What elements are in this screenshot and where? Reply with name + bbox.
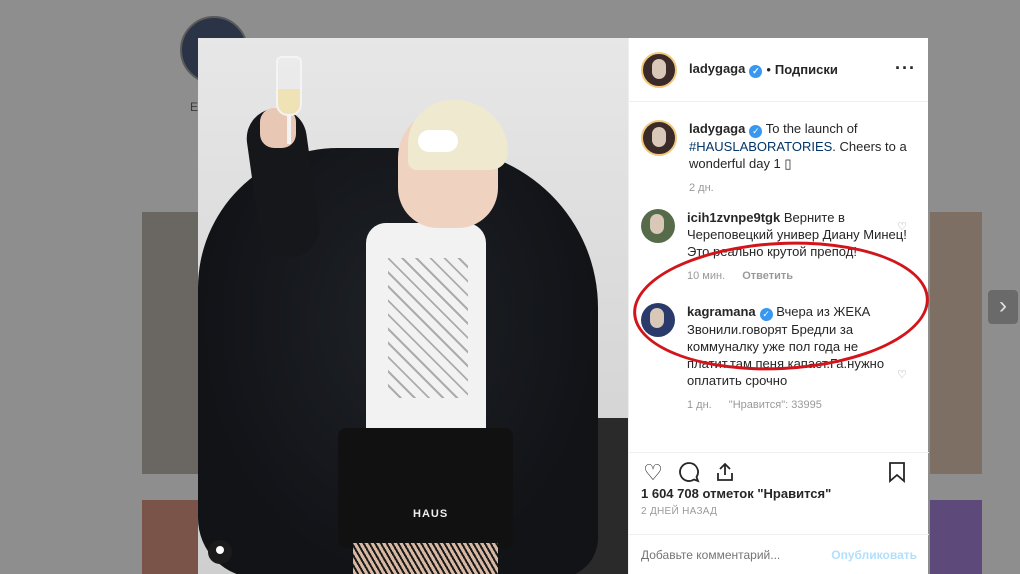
comment-heart-icon[interactable]: ♡ (897, 368, 907, 381)
comment-time[interactable]: 1 дн. (687, 399, 712, 411)
separator-dot: • (766, 62, 771, 77)
verified-badge-icon: ✓ (749, 65, 763, 78)
comment-meta: 10 мин. Ответить (687, 268, 907, 285)
comment-meta: 1 дн. "Нравится": 33995 (687, 397, 907, 414)
hashtag-link[interactable]: #HAUSLABORATORIES (689, 139, 832, 154)
caption-text: To the launch of (765, 121, 858, 136)
photo-champagne-glass (276, 56, 302, 116)
chevron-right-icon[interactable]: › (988, 290, 1018, 324)
comment-heart-icon[interactable]: ♡ (897, 220, 907, 233)
photo-skirt-logo: HAUS (413, 508, 449, 520)
post-photo[interactable]: HAUS (198, 38, 628, 574)
caption: ladygaga ✓ To the launch of #HAUSLABORATO… (641, 120, 917, 197)
publish-button[interactable]: Опубликовать (831, 548, 917, 562)
comment-input[interactable] (641, 547, 831, 562)
verified-badge-icon: ✓ (759, 308, 773, 321)
heart-icon[interactable]: ♡ (641, 461, 665, 485)
photo-skirt (338, 428, 513, 548)
comment-avatar[interactable] (641, 303, 675, 337)
caption-emoji: ▯ (784, 156, 792, 171)
user-tag-icon[interactable] (208, 540, 232, 564)
more-icon[interactable]: ··· (895, 58, 916, 79)
reply-button[interactable]: Ответить (742, 270, 793, 282)
photo-legs (353, 543, 498, 574)
background-profile-initial: Е (190, 100, 199, 114)
add-comment-bar: Опубликовать (629, 534, 929, 574)
comment-username[interactable]: icih1zvnpe9tgk (687, 210, 780, 225)
comment-item: icih1zvnpe9tgk Верните в Череповецкий ун… (641, 209, 917, 285)
background-post-thumbnail[interactable] (930, 500, 982, 574)
background-post-thumbnail[interactable] (142, 500, 198, 574)
post-header: ladygaga ✓ • Подписки ··· (629, 38, 928, 102)
caption-username[interactable]: ladygaga (689, 121, 745, 136)
comment-likes[interactable]: "Нравится": 33995 (729, 399, 822, 411)
post-modal: HAUS ladygaga ✓ • Подписки ··· ladygaga ✓ … (198, 38, 929, 574)
caption-avatar[interactable] (641, 120, 677, 156)
post-side-panel: ladygaga ✓ • Подписки ··· ladygaga ✓ To th… (628, 38, 929, 574)
post-date[interactable]: 2 ДНЕЙ НАЗАД (641, 506, 717, 517)
comment-time[interactable]: 10 мин. (687, 270, 725, 282)
caption-meta: 2 дн. (689, 180, 909, 197)
author-avatar[interactable] (641, 51, 677, 88)
photo-eye-patch (418, 130, 458, 152)
caption-time[interactable]: 2 дн. (689, 182, 714, 194)
photo-shirt-print (388, 258, 468, 398)
comment-username[interactable]: kagramana (687, 304, 756, 319)
share-icon[interactable] (713, 461, 737, 485)
author-username[interactable]: ladygaga ✓ (689, 61, 763, 78)
comments-list[interactable]: ladygaga ✓ To the launch of #HAUSLABORATO… (629, 102, 929, 452)
photo-glass-stem (287, 116, 291, 144)
comment-icon[interactable] (677, 461, 701, 485)
comment-avatar[interactable] (641, 209, 675, 243)
following-button[interactable]: Подписки (775, 62, 838, 77)
background-post-thumbnail[interactable] (142, 212, 198, 474)
likes-count[interactable]: 1 604 708 отметок "Нравится" (641, 486, 831, 501)
verified-badge-icon: ✓ (749, 125, 763, 138)
comment-item: kagramana ✓ Вчера из ЖЕКА Звонили.говорят… (641, 303, 917, 414)
bookmark-icon[interactable] (885, 461, 909, 485)
background-post-thumbnail[interactable] (930, 212, 982, 474)
